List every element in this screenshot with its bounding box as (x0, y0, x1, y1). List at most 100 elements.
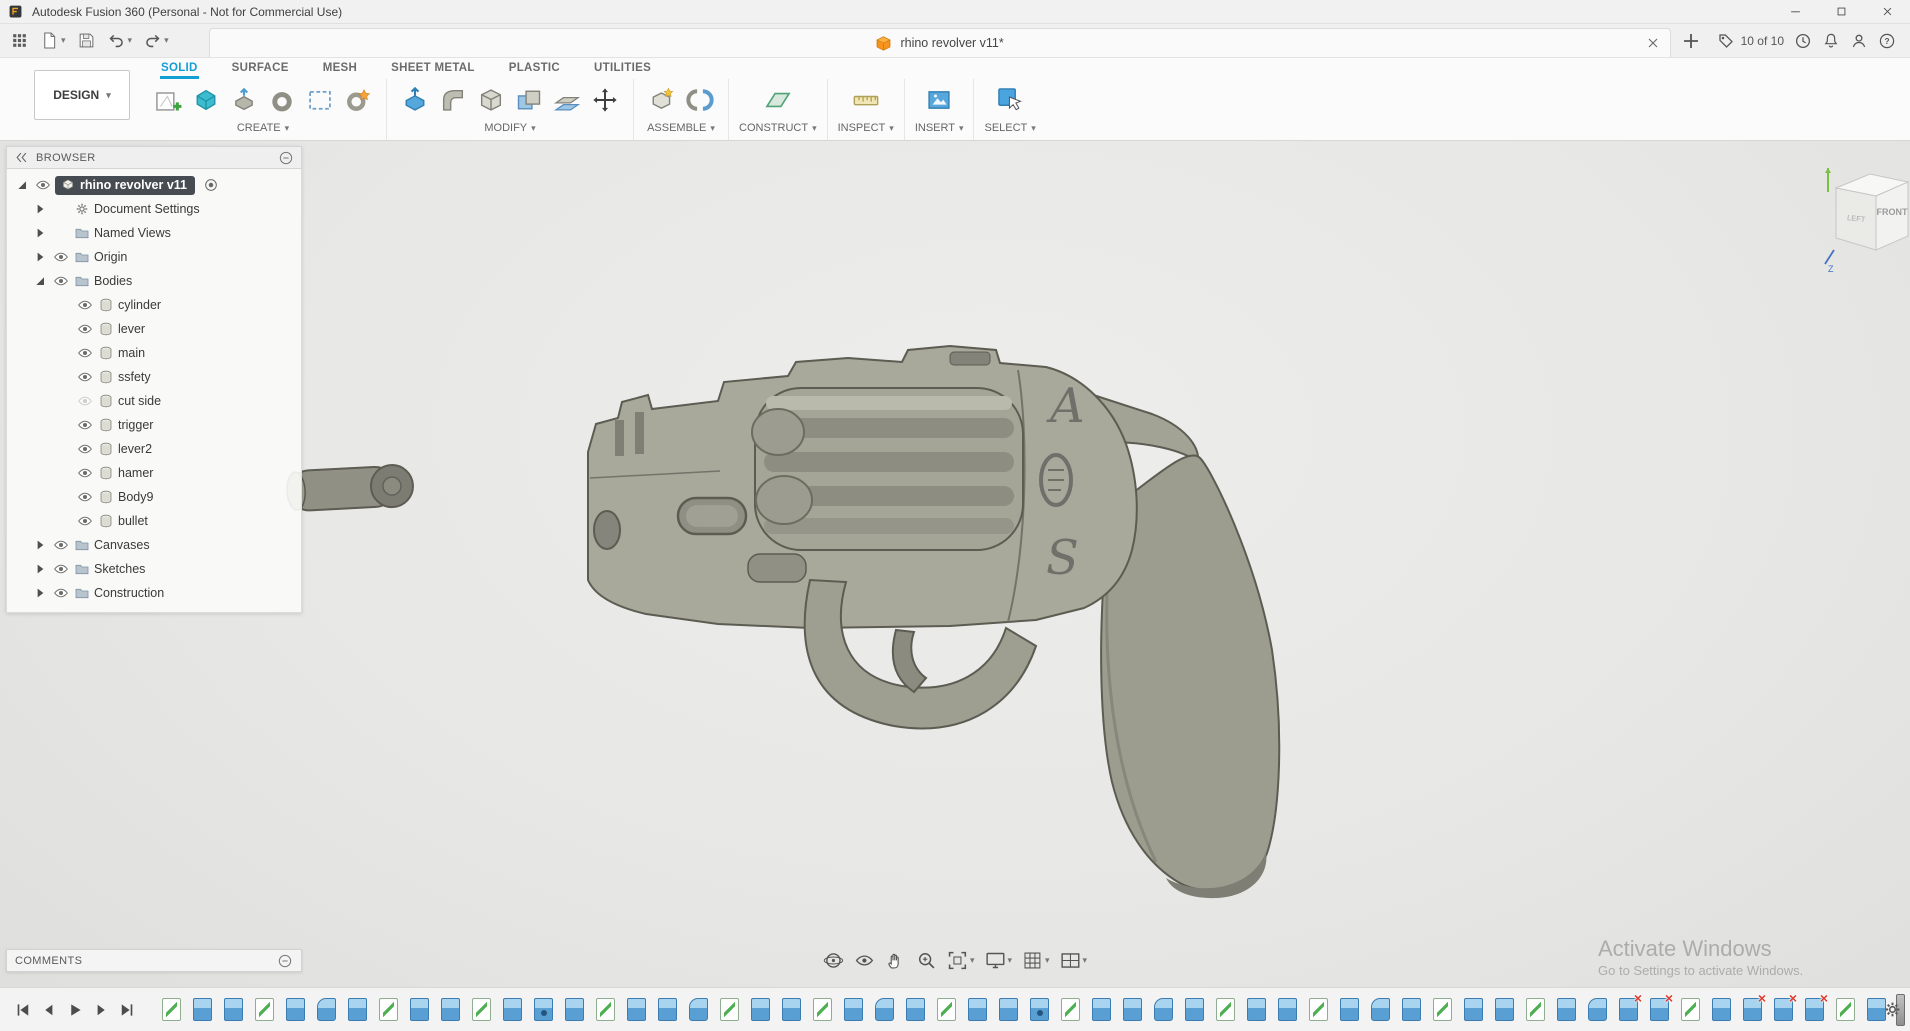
play-button[interactable] (64, 999, 86, 1021)
offset-plane-icon[interactable] (760, 82, 796, 118)
tree-collapsed-arrow-icon[interactable] (31, 537, 49, 553)
insert-canvas-icon[interactable] (921, 82, 957, 118)
browser-item-label[interactable]: trigger (118, 418, 153, 432)
timeline-feature-sketch-icon[interactable] (472, 998, 491, 1021)
timeline-feature-extrude-icon[interactable] (1495, 998, 1514, 1021)
toolbar-tab-utilities[interactable]: UTILITIES (593, 62, 652, 79)
combine-icon[interactable] (511, 82, 547, 118)
timeline-feature-extrude-icon[interactable] (410, 998, 429, 1021)
timeline-feature-extrude-error-icon[interactable] (1743, 998, 1762, 1021)
timeline-feature-extrude-icon[interactable] (193, 998, 212, 1021)
timeline-feature-sketch-icon[interactable] (813, 998, 832, 1021)
timeline-feature-extrude-icon[interactable] (286, 998, 305, 1021)
maximize-button[interactable] (1818, 0, 1864, 23)
timeline-feature-sketch-icon[interactable] (1061, 998, 1080, 1021)
pattern-icon[interactable] (302, 82, 338, 118)
visibility-eye-icon[interactable] (52, 249, 70, 265)
browser-item-label[interactable]: Body9 (118, 490, 153, 504)
browser-item-label[interactable]: Canvases (94, 538, 150, 552)
browser-row-named-views[interactable]: Named Views (7, 221, 301, 245)
browser-row-cut-side[interactable]: cut side (7, 389, 301, 413)
toolbar-tab-plastic[interactable]: PLASTIC (508, 62, 561, 79)
timeline-feature-extrude-icon[interactable] (1402, 998, 1421, 1021)
timeline-feature-extrude-icon[interactable] (1247, 998, 1266, 1021)
visibility-eye-icon[interactable] (76, 513, 94, 529)
redo-button[interactable]: ▾ (139, 28, 173, 54)
timeline-feature-fillet-icon[interactable] (317, 998, 336, 1021)
browser-row-origin[interactable]: Origin (7, 245, 301, 269)
pan-button[interactable] (884, 948, 907, 972)
timeline-feature-extrude-error-icon[interactable] (1650, 998, 1669, 1021)
timeline-feature-hole-icon[interactable] (534, 998, 553, 1021)
timeline-feature-extrude-icon[interactable] (1185, 998, 1204, 1021)
toolbar-group-menu-modify[interactable]: MODIFY▾ (484, 122, 535, 134)
browser-row-rhino-revolver-v11[interactable]: rhino revolver v11 (7, 173, 301, 197)
browser-item-label[interactable]: main (118, 346, 145, 360)
grid-and-snaps-button[interactable]: ▾ (1021, 948, 1051, 972)
timeline-feature-sketch-icon[interactable] (255, 998, 274, 1021)
zoom-button[interactable] (915, 948, 938, 972)
browser-item-label[interactable]: cylinder (118, 298, 161, 312)
timeline-feature-extrude-icon[interactable] (1464, 998, 1483, 1021)
browser-row-construction[interactable]: Construction (7, 581, 301, 605)
visibility-eye-icon[interactable] (76, 297, 94, 313)
visibility-eye-icon[interactable] (76, 321, 94, 337)
minimize-comments-icon[interactable] (277, 953, 293, 969)
toolbar-tab-solid[interactable]: SOLID (160, 62, 199, 79)
user-profile-icon[interactable] (1850, 32, 1868, 50)
shell-icon[interactable] (473, 82, 509, 118)
move-icon[interactable] (587, 82, 623, 118)
timeline-feature-extrude-icon[interactable] (751, 998, 770, 1021)
toolbar-tab-sheet-metal[interactable]: SHEET METAL (390, 62, 476, 79)
fillet-icon[interactable] (435, 82, 471, 118)
browser-row-sketches[interactable]: Sketches (7, 557, 301, 581)
visibility-eye-icon[interactable] (76, 465, 94, 481)
visibility-eye-icon[interactable] (76, 489, 94, 505)
browser-row-body9[interactable]: Body9 (7, 485, 301, 509)
toolbar-group-menu-assemble[interactable]: ASSEMBLE▾ (647, 122, 715, 134)
new-tab-button[interactable] (1679, 29, 1703, 53)
viewports-button[interactable]: ▾ (1059, 948, 1089, 972)
activate-component-radio-icon[interactable] (203, 177, 219, 193)
toolbar-group-menu-insert[interactable]: INSERT▾ (915, 122, 964, 134)
coil-icon[interactable] (340, 82, 376, 118)
comments-bar[interactable]: COMMENTS (6, 949, 302, 972)
create-form-icon[interactable] (188, 82, 224, 118)
timeline-feature-extrude-icon[interactable] (224, 998, 243, 1021)
new-component-icon[interactable] (644, 82, 680, 118)
3d-viewport-model[interactable]: A S (250, 330, 1350, 930)
timeline-feature-fillet-icon[interactable] (875, 998, 894, 1021)
timeline-feature-sketch-icon[interactable] (1836, 998, 1855, 1021)
browser-item-label[interactable]: lever (118, 322, 145, 336)
timeline-feature-sketch-icon[interactable] (937, 998, 956, 1021)
browser-row-lever2[interactable]: lever2 (7, 437, 301, 461)
timeline-feature-fillet-icon[interactable] (1371, 998, 1390, 1021)
create-sketch-icon[interactable] (150, 82, 186, 118)
browser-item-label[interactable]: Construction (94, 586, 164, 600)
timeline-feature-sketch-icon[interactable] (1681, 998, 1700, 1021)
timeline-feature-extrude-error-icon[interactable] (1774, 998, 1793, 1021)
timeline-feature-extrude-icon[interactable] (1557, 998, 1576, 1021)
toolbar-group-menu-select[interactable]: SELECT▾ (984, 122, 1035, 134)
app-grid-button[interactable] (6, 28, 33, 54)
press-pull-icon[interactable] (397, 82, 433, 118)
browser-item-label[interactable]: cut side (118, 394, 161, 408)
browser-row-document-settings[interactable]: Document Settings (7, 197, 301, 221)
timeline-feature-extrude-icon[interactable] (627, 998, 646, 1021)
document-tab[interactable]: rhino revolver v11* (209, 28, 1671, 57)
display-settings-button[interactable]: ▾ (983, 948, 1013, 972)
timeline-feature-extrude-icon[interactable] (844, 998, 863, 1021)
visibility-eye-icon[interactable] (76, 345, 94, 361)
job-status-clock-icon[interactable] (1794, 32, 1812, 50)
browser-item-label[interactable]: ssfety (118, 370, 151, 384)
browser-item-label[interactable]: Sketches (94, 562, 145, 576)
active-component-pill[interactable]: rhino revolver v11 (55, 176, 195, 195)
visibility-eye-icon[interactable] (52, 585, 70, 601)
tree-collapsed-arrow-icon[interactable] (31, 225, 49, 241)
timeline-feature-sketch-icon[interactable] (720, 998, 739, 1021)
toolbar-group-menu-inspect[interactable]: INSPECT▾ (838, 122, 894, 134)
browser-row-main[interactable]: main (7, 341, 301, 365)
timeline-feature-extrude-icon[interactable] (1123, 998, 1142, 1021)
timeline-feature-sketch-icon[interactable] (1309, 998, 1328, 1021)
file-menu-button[interactable]: ▾ (36, 28, 70, 54)
